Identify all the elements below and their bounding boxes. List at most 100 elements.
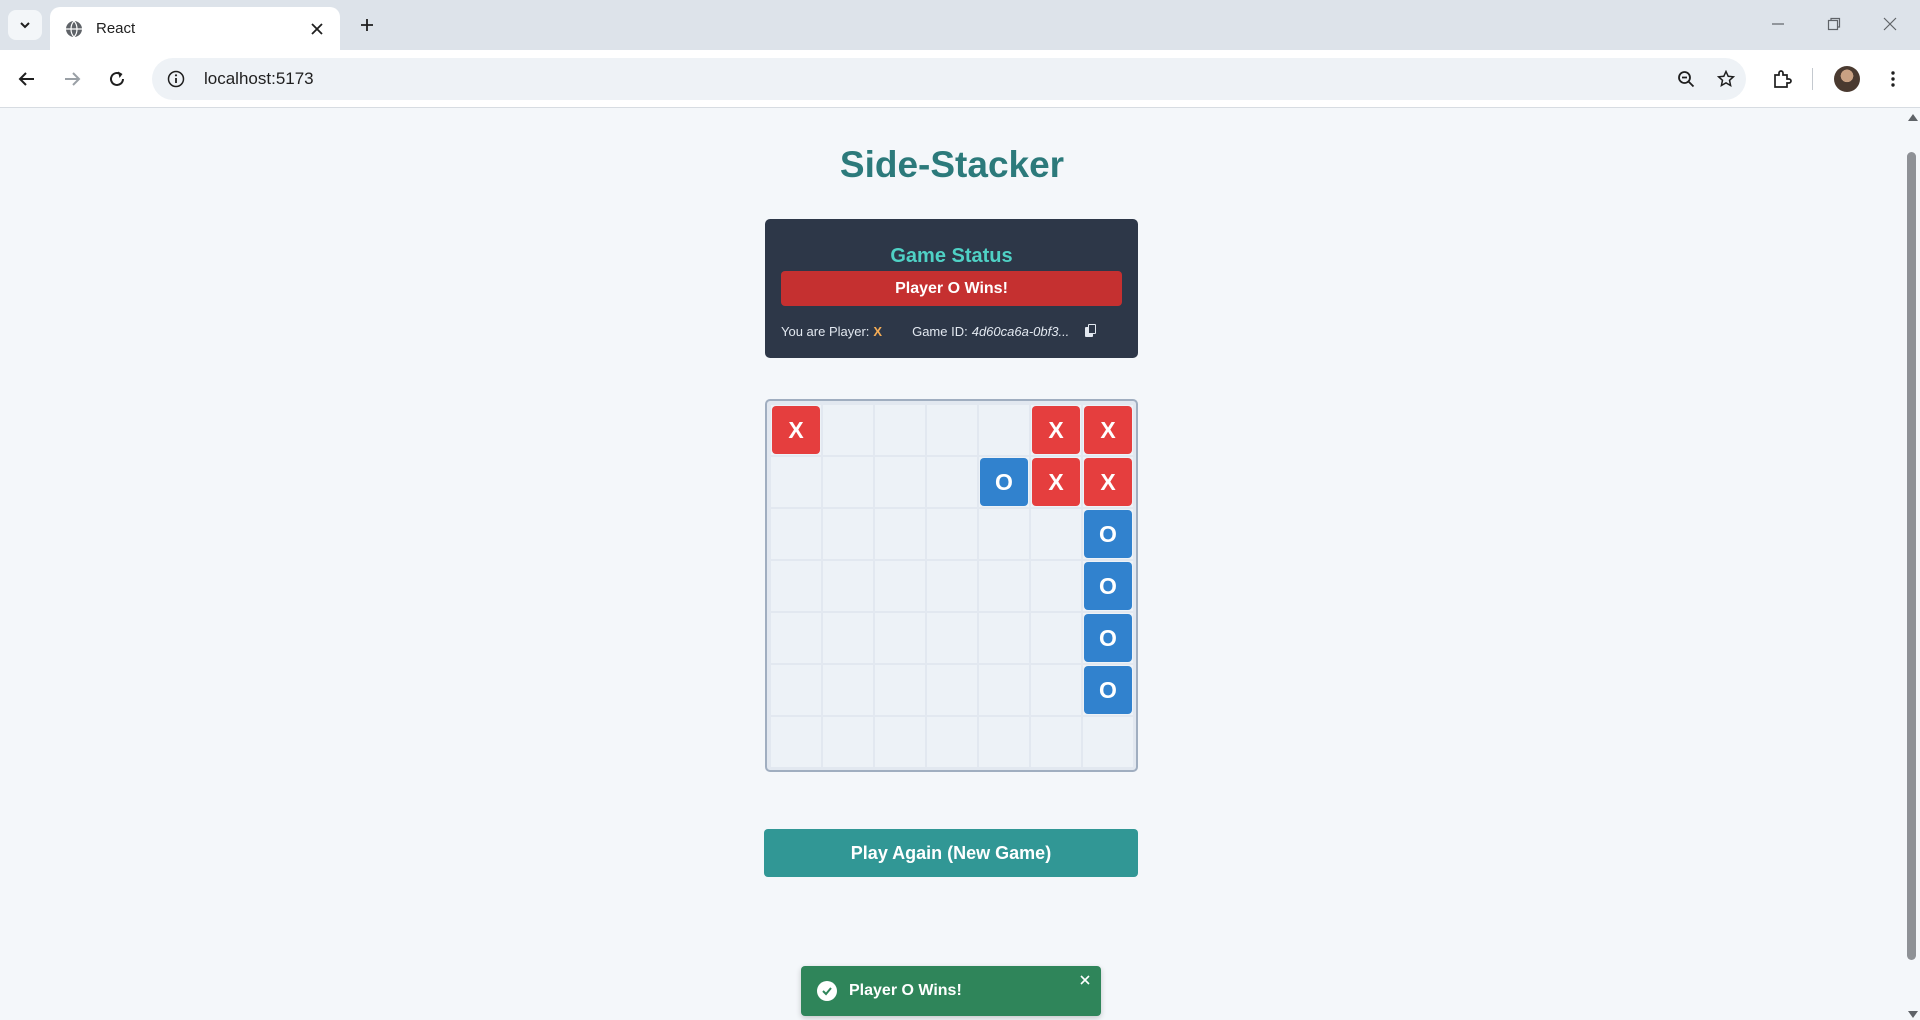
board-cell[interactable]: O: [1082, 560, 1134, 612]
board-cell[interactable]: [770, 508, 822, 560]
game-status-card: Game Status Player O Wins! You are Playe…: [765, 219, 1138, 358]
board-cell[interactable]: [874, 404, 926, 456]
forward-button[interactable]: [55, 62, 89, 96]
board-cell[interactable]: [874, 456, 926, 508]
piece-x: X: [1032, 406, 1080, 454]
board-cell[interactable]: [770, 560, 822, 612]
board-cell[interactable]: [1030, 716, 1082, 768]
play-again-button[interactable]: Play Again (New Game): [764, 829, 1138, 877]
minimize-button[interactable]: [1756, 8, 1800, 40]
restore-button[interactable]: [1812, 8, 1856, 40]
status-heading: Game Status: [890, 245, 1013, 267]
board-cell[interactable]: X: [1030, 404, 1082, 456]
tab-close-icon[interactable]: [306, 18, 328, 40]
browser-toolbar: localhost:5173: [0, 50, 1920, 108]
board-cell[interactable]: [1030, 508, 1082, 560]
board-cell[interactable]: X: [1030, 456, 1082, 508]
board-cell[interactable]: [926, 612, 978, 664]
address-bar[interactable]: localhost:5173: [152, 58, 1746, 100]
board-cell[interactable]: X: [770, 404, 822, 456]
board-cell[interactable]: [874, 664, 926, 716]
board-cell[interactable]: [926, 560, 978, 612]
board-cell[interactable]: [1030, 612, 1082, 664]
tab-title: React: [96, 20, 136, 37]
board-cell[interactable]: [822, 716, 874, 768]
close-window-button[interactable]: [1868, 8, 1912, 40]
browser-tab[interactable]: React: [50, 7, 340, 50]
player-value: X: [873, 323, 883, 339]
toast-message: Player O Wins!: [849, 982, 962, 999]
board-cell[interactable]: [978, 560, 1030, 612]
url-text[interactable]: localhost:5173: [204, 69, 1666, 89]
board-cell[interactable]: O: [1082, 612, 1134, 664]
board-cell[interactable]: [822, 560, 874, 612]
piece-o: O: [1084, 510, 1132, 558]
piece-x: X: [1032, 458, 1080, 506]
board-cell[interactable]: [978, 404, 1030, 456]
piece-x: X: [772, 406, 820, 454]
board-cell[interactable]: [978, 716, 1030, 768]
board-cell[interactable]: O: [978, 456, 1030, 508]
board-cell[interactable]: [770, 456, 822, 508]
scrollbar[interactable]: [1904, 108, 1920, 1020]
tab-search-button[interactable]: [8, 10, 42, 40]
profile-button[interactable]: [1830, 62, 1864, 96]
site-info-icon[interactable]: [156, 59, 196, 99]
close-icon: [1883, 17, 1897, 31]
board-cell[interactable]: [926, 716, 978, 768]
board-cell[interactable]: [822, 404, 874, 456]
board-cell[interactable]: [978, 508, 1030, 560]
board-cell[interactable]: [822, 664, 874, 716]
board-cell[interactable]: [1082, 716, 1134, 768]
piece-o: O: [980, 458, 1028, 506]
board-cell[interactable]: [926, 664, 978, 716]
scroll-down-arrow-icon[interactable]: [1908, 1011, 1918, 1018]
board-cell[interactable]: [874, 560, 926, 612]
piece-o: O: [1084, 666, 1132, 714]
game-id-value: 4d60ca6a-0bf3...: [971, 323, 1070, 339]
board-cell[interactable]: [1030, 664, 1082, 716]
board-cell[interactable]: [926, 404, 978, 456]
scroll-up-arrow-icon[interactable]: [1908, 114, 1918, 121]
reload-icon: [110, 71, 124, 86]
board-cell[interactable]: [822, 456, 874, 508]
copy-icon[interactable]: [1085, 324, 1099, 338]
board-cell[interactable]: [770, 612, 822, 664]
browser-tabstrip: React: [0, 0, 1920, 50]
board-cell[interactable]: [874, 612, 926, 664]
scroll-thumb[interactable]: [1907, 152, 1916, 960]
back-button[interactable]: [10, 62, 44, 96]
board-cell[interactable]: [926, 456, 978, 508]
board-cell[interactable]: [978, 612, 1030, 664]
reload-button[interactable]: [100, 62, 134, 96]
toolbar-divider: [1812, 68, 1813, 90]
piece-o: O: [1084, 614, 1132, 662]
board-cell[interactable]: X: [1082, 404, 1134, 456]
board-cell[interactable]: O: [1082, 664, 1134, 716]
more-vertical-icon: [1891, 71, 1895, 87]
extensions-button[interactable]: [1765, 62, 1799, 96]
board-cell[interactable]: [978, 664, 1030, 716]
chevron-down-icon: [20, 22, 30, 29]
board-cell[interactable]: [822, 508, 874, 560]
check-circle-icon: [817, 981, 837, 1001]
bookmark-star-icon[interactable]: [1706, 59, 1746, 99]
browser-menu-button[interactable]: [1876, 62, 1910, 96]
board-cell[interactable]: [770, 716, 822, 768]
new-tab-button[interactable]: [352, 10, 382, 40]
toast-close-icon[interactable]: [1077, 972, 1093, 988]
zoom-icon[interactable]: [1666, 59, 1706, 99]
board-cell[interactable]: [874, 508, 926, 560]
board-cell[interactable]: [874, 716, 926, 768]
board-cell[interactable]: [770, 664, 822, 716]
page-content: Side-Stacker Game Status Player O Wins! …: [0, 108, 1904, 1020]
board-cell[interactable]: X: [1082, 456, 1134, 508]
winner-banner: Player O Wins!: [781, 271, 1122, 306]
board-cell[interactable]: [822, 612, 874, 664]
board-cell[interactable]: O: [1082, 508, 1134, 560]
board-cell[interactable]: [926, 508, 978, 560]
board-cell[interactable]: [1030, 560, 1082, 612]
piece-x: X: [1084, 406, 1132, 454]
puzzle-icon: [1774, 70, 1792, 88]
restore-icon: [1827, 17, 1841, 31]
